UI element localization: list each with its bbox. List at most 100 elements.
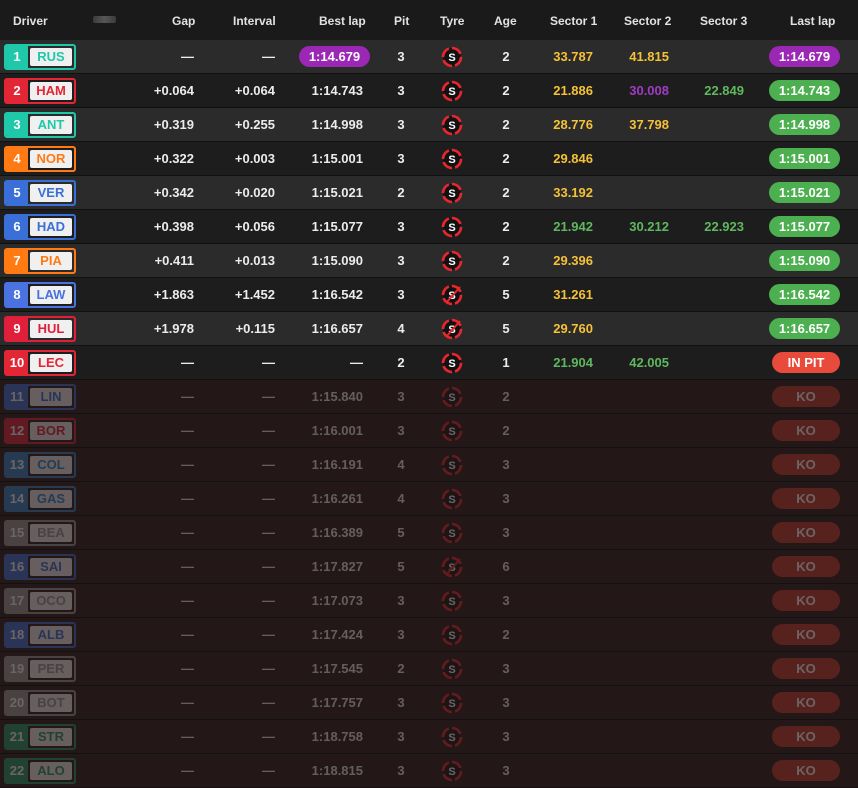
table-row[interactable]: 2 HAM +0.064 +0.064 1:14.743 3 S 2 21.886 30.008 2… [0,74,858,108]
sector-3-time [690,278,744,312]
table-row[interactable]: 1 RUS — — 1:14.679 3 S 2 33.787 41.815 1:14.679 [0,40,858,74]
svg-text:S: S [448,766,455,778]
interval-value: — [262,661,275,676]
sector-1-time [540,448,593,482]
gap-value: — [181,729,194,744]
table-row[interactable]: 7 PIA +0.411 +0.013 1:15.090 3 S 2 29.396 1:15.09… [0,244,858,278]
table-row[interactable]: 5 VER +0.342 +0.020 1:15.021 2 S 2 33.192 1:15.02… [0,176,858,210]
gap-value: +0.398 [153,219,194,234]
driver-badge[interactable]: 18 ALB [4,622,76,648]
driver-badge[interactable]: 20 BOT [4,690,76,716]
driver-badge[interactable]: 7 PIA [4,248,76,274]
header-best-lap[interactable]: Best lap [319,14,366,28]
last-lap-value: 1:16.657 [769,318,840,339]
position-number: 16 [6,556,28,578]
header-interval[interactable]: Interval [233,14,276,28]
table-row[interactable]: 13 COL — — 1:16.191 4 S 3 KO [0,448,858,482]
table-row[interactable]: 10 LEC — — — 2 S 1 21.904 42.005 IN PIT [0,346,858,380]
table-row[interactable]: 15 BEA — — 1:16.389 5 S 3 KO [0,516,858,550]
table-row[interactable]: 11 LIN — — 1:15.840 3 S 2 KO [0,380,858,414]
table-row[interactable]: 17 OCO — — 1:17.073 3 S 3 KO [0,584,858,618]
driver-badge[interactable]: 3 ANT [4,112,76,138]
tyre-age: 2 [502,185,510,200]
sector-3-time [690,448,744,482]
position-number: 15 [6,522,28,544]
sector-2-time [615,584,669,618]
tyre-age: 2 [502,219,510,234]
driver-badge[interactable]: 1 RUS [4,44,76,70]
driver-badge[interactable]: 2 HAM [4,78,76,104]
best-lap-value: — [350,355,363,370]
driver-badge[interactable]: 11 LIN [4,384,76,410]
header-driver[interactable]: Driver [13,14,48,28]
table-row[interactable]: 20 BOT — — 1:17.757 3 S 3 KO [0,686,858,720]
tyre-age: 6 [502,559,510,574]
best-lap-value: 1:16.389 [311,525,363,540]
driver-code: SAI [30,558,72,576]
header-gap[interactable]: Gap [172,14,195,28]
driver-badge[interactable]: 9 HUL [4,316,76,342]
table-row[interactable]: 3 ANT +0.319 +0.255 1:14.998 3 S 2 28.776 37.798 1… [0,108,858,142]
header-tyre[interactable]: Tyre [440,14,464,28]
table-row[interactable]: 4 NOR +0.322 +0.003 1:15.001 3 S 2 29.846 1:15.00… [0,142,858,176]
table-row[interactable]: 16SAI——1:17.8275S6KO [0,550,858,584]
position-number: 21 [6,726,28,748]
gap-value: +1.978 [153,321,194,336]
driver-badge[interactable]: 19 PER [4,656,76,682]
table-row[interactable]: 12 BOR — — 1:16.001 3 S 2 KO [0,414,858,448]
ko-badge: KO [772,556,840,577]
tyre-age: 3 [502,695,510,710]
ko-badge: KO [772,760,840,781]
sector-2-time: 30.212 [629,219,669,234]
svg-text:S: S [448,256,455,268]
pit-count: 3 [397,423,405,438]
driver-code: HAD [30,218,72,236]
table-row[interactable]: 19 PER — — 1:17.545 2 S 3 KO [0,652,858,686]
best-lap-value: 1:16.657 [311,321,363,336]
driver-code: HUL [30,320,72,338]
table-row[interactable]: 22 ALO — — 1:18.815 3 S 3 KO [0,754,858,788]
header-last-lap[interactable]: Last lap [790,14,835,28]
driver-badge[interactable]: 14 GAS [4,486,76,512]
header-sector-2[interactable]: Sector 2 [624,14,671,28]
best-lap-value: 1:18.758 [311,729,363,744]
driver-badge[interactable]: 16 SAI [4,554,76,580]
svg-text:S: S [448,392,455,404]
interval-value: — [262,729,275,744]
table-row[interactable]: 18 ALB — — 1:17.424 3 S 2 KO [0,618,858,652]
table-row[interactable]: 6 HAD +0.398 +0.056 1:15.077 3 S 2 21.942 30.212 2… [0,210,858,244]
table-row[interactable]: 9HUL+1.978+0.1151:16.6574S529.7601:16.65… [0,312,858,346]
gap-value: — [181,661,194,676]
interval-value: +1.452 [234,287,275,302]
header-pit[interactable]: Pit [394,14,409,28]
header-sector-3[interactable]: Sector 3 [700,14,747,28]
best-lap-value: 1:15.840 [311,389,363,404]
driver-badge[interactable]: 5 VER [4,180,76,206]
driver-badge[interactable]: 17 OCO [4,588,76,614]
sector-1-time [540,550,593,584]
driver-badge[interactable]: 10 LEC [4,350,76,376]
driver-code: VER [30,184,72,202]
driver-badge[interactable]: 4 NOR [4,146,76,172]
gap-value: — [181,49,194,64]
sector-1-time: 29.846 [553,151,593,166]
driver-badge[interactable]: 22 ALO [4,758,76,784]
table-row[interactable]: 8LAW+1.863+1.4521:16.5423S531.2611:16.54… [0,278,858,312]
driver-badge[interactable]: 21 STR [4,724,76,750]
svg-text:S: S [448,426,455,438]
driver-badge[interactable]: 12 BOR [4,418,76,444]
header-sector-1[interactable]: Sector 1 [550,14,597,28]
driver-code: STR [30,728,72,746]
driver-badge[interactable]: 13 COL [4,452,76,478]
last-lap-value: 1:15.077 [769,216,840,237]
driver-badge[interactable]: 8 LAW [4,282,76,308]
driver-badge[interactable]: 15 BEA [4,520,76,546]
header-age[interactable]: Age [494,14,517,28]
driver-badge[interactable]: 6 HAD [4,214,76,240]
sector-1-time [540,482,593,516]
table-row[interactable]: 21 STR — — 1:18.758 3 S 3 KO [0,720,858,754]
tyre-age: 2 [502,627,510,642]
sector-1-time [540,584,593,618]
table-row[interactable]: 14 GAS — — 1:16.261 4 S 3 KO [0,482,858,516]
sector-3-time [690,516,744,550]
